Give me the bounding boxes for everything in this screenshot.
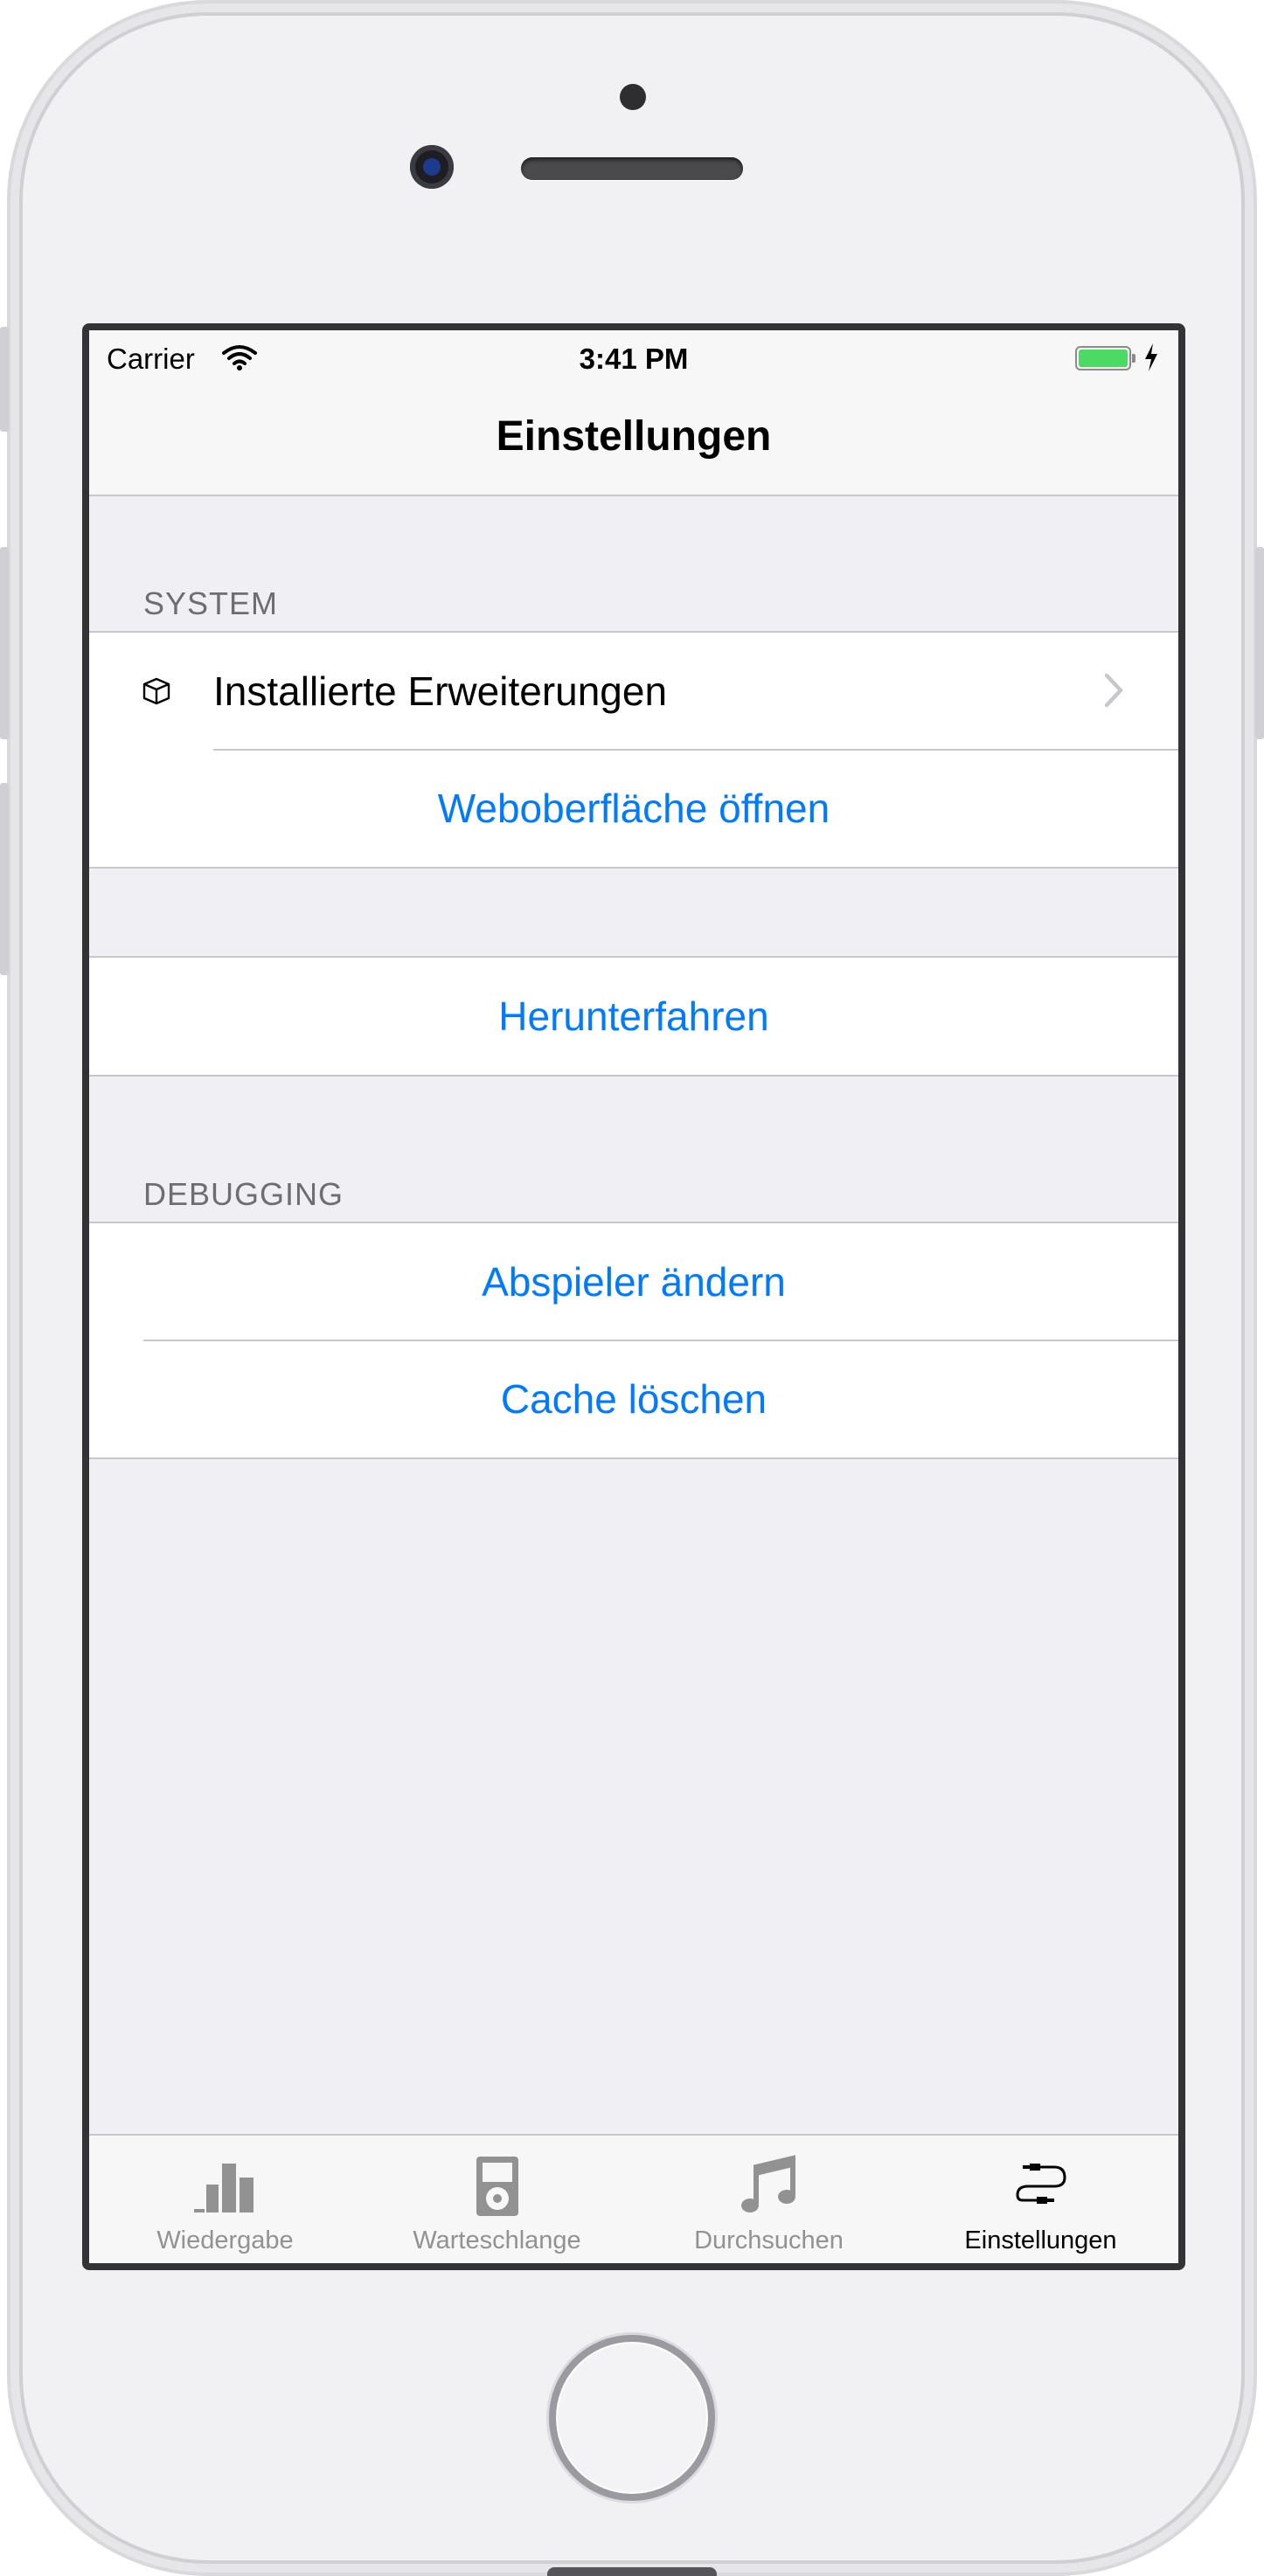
home-button[interactable] [549,2335,715,2501]
chevron-right-icon [1103,672,1124,713]
tab-label: Wiedergabe [156,2226,294,2254]
volume-up-button [0,547,9,739]
proximity-sensor [620,84,646,110]
mute-switch [0,327,9,432]
front-camera [410,145,454,189]
earpiece-speaker [521,157,743,180]
section-header-debugging: DEBUGGING [143,1176,344,1212]
volume-down-button [0,783,9,975]
page-title: Einstellungen [496,413,772,460]
tab-label: Warteschlange [413,2226,581,2254]
system-group: Installierte Erweiterungen Weboberfläche… [89,631,1178,869]
bar-chart-icon [89,2155,361,2219]
debugging-group: Abspieler ändern Cache löschen [89,1222,1178,1459]
box-icon [142,676,171,710]
tab-warteschlange[interactable]: Warteschlange [361,2136,633,2263]
navigation-bar: Einstellungen [89,388,1178,496]
ipod-icon [361,2155,633,2219]
installed-extensions-label: Installierte Erweiterungen [213,668,668,714]
shutdown-group: Herunterfahren [89,956,1178,1077]
cable-icon [905,2155,1177,2219]
bolt-icon [1143,343,1159,379]
section-header-system: SYSTEM [143,585,279,621]
shutdown-button[interactable]: Herunterfahren [89,958,1178,1075]
status-time: 3:41 PM [579,343,689,375]
music-note-icon [633,2155,905,2219]
tab-label: Durchsuchen [694,2226,844,2254]
tab-label: Einstellungen [964,2226,1117,2254]
tab-einstellungen[interactable]: Einstellungen [905,2136,1177,2263]
clear-cache-button[interactable]: Cache löschen [89,1340,1178,1458]
change-player-button[interactable]: Abspieler ändern [89,1223,1178,1340]
tab-durchsuchen[interactable]: Durchsuchen [633,2136,905,2263]
battery-icon [1075,346,1131,370]
tab-wiedergabe[interactable]: Wiedergabe [89,2136,361,2263]
device-bottom-edge [547,2567,717,2576]
screen: Carrier 3:41 PM Einstellungen SYSTEM Ins… [89,330,1178,2263]
open-web-ui-button[interactable]: Weboberfläche öffnen [89,750,1178,867]
power-button [1255,547,1264,739]
tab-bar: Wiedergabe Warteschlange Durchsuchen Ein… [89,2134,1178,2263]
installed-extensions-cell[interactable]: Installierte Erweiterungen [89,633,1178,750]
status-bar: Carrier 3:41 PM [89,330,1178,388]
battery-tip [1132,354,1136,363]
